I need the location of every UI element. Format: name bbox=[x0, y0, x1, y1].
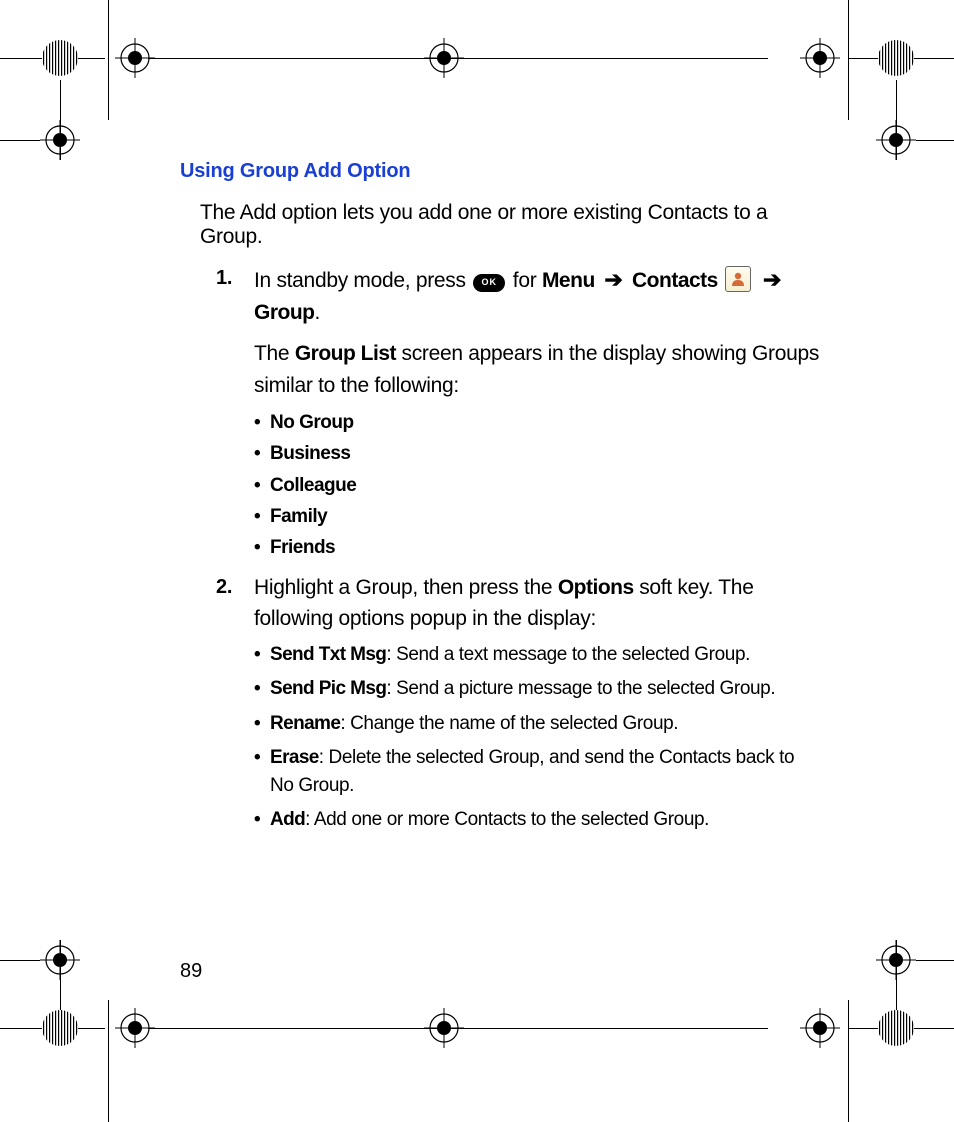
period: . bbox=[315, 301, 321, 324]
page-content: Using Group Add Option The Add option le… bbox=[180, 160, 820, 841]
arrow-icon: ➔ bbox=[763, 267, 781, 292]
reg-line bbox=[916, 960, 954, 961]
group-item: Family bbox=[254, 501, 820, 532]
reg-target-icon bbox=[800, 38, 840, 78]
section-heading: Using Group Add Option bbox=[180, 160, 820, 183]
reg-line bbox=[108, 1000, 109, 1122]
reg-line bbox=[848, 0, 849, 120]
option-item: Add: Add one or more Contacts to the sel… bbox=[254, 806, 820, 834]
group-item: Colleague bbox=[254, 470, 820, 501]
reg-target-icon bbox=[115, 38, 155, 78]
intro-paragraph: The Add option lets you add one or more … bbox=[200, 201, 820, 249]
reg-line bbox=[108, 0, 109, 120]
reg-line bbox=[916, 140, 954, 141]
group-item: Friends bbox=[254, 532, 820, 563]
steps-list: In standby mode, press OK for Menu ➔ Con… bbox=[216, 263, 820, 834]
option-desc: : Send a text message to the selected Gr… bbox=[386, 644, 750, 665]
option-desc: : Change the name of the selected Group. bbox=[340, 713, 678, 734]
option-name: Send Pic Msg bbox=[270, 678, 386, 699]
reg-line bbox=[896, 80, 897, 160]
menu-label: Menu bbox=[542, 269, 595, 292]
option-desc: : Send a picture message to the selected… bbox=[386, 678, 775, 699]
reg-line bbox=[848, 1000, 849, 1122]
step1-paragraph: The Group List screen appears in the dis… bbox=[254, 338, 820, 401]
options-list: Send Txt Msg: Send a text message to the… bbox=[254, 641, 820, 834]
contacts-label: Contacts bbox=[632, 269, 718, 292]
step1-text: In standby mode, press bbox=[254, 269, 471, 292]
options-label: Options bbox=[558, 576, 634, 599]
ok-button-icon: OK bbox=[473, 274, 505, 292]
step2-pre: Highlight a Group, then press the bbox=[254, 576, 558, 599]
reg-line bbox=[60, 80, 61, 160]
option-desc: : Add one or more Contacts to the select… bbox=[305, 809, 709, 830]
group-item: No Group bbox=[254, 407, 820, 438]
arrow-icon: ➔ bbox=[604, 267, 622, 292]
group-list: No Group Business Colleague Family Frien… bbox=[254, 407, 820, 564]
step1-for: for bbox=[513, 269, 542, 292]
option-name: Rename bbox=[270, 713, 340, 734]
reg-target-icon bbox=[424, 38, 464, 78]
reg-target-icon bbox=[800, 1008, 840, 1048]
step-1: In standby mode, press OK for Menu ➔ Con… bbox=[216, 263, 820, 564]
option-item: Erase: Delete the selected Group, and se… bbox=[254, 744, 820, 799]
page-number: 89 bbox=[180, 960, 202, 983]
step-2: Highlight a Group, then press the Option… bbox=[216, 572, 820, 834]
reg-line bbox=[0, 140, 40, 141]
reg-line bbox=[0, 960, 40, 961]
option-item: Rename: Change the name of the selected … bbox=[254, 710, 820, 738]
print-reg-bottom bbox=[0, 998, 954, 1058]
option-item: Send Txt Msg: Send a text message to the… bbox=[254, 641, 820, 669]
option-name: Send Txt Msg bbox=[270, 644, 386, 665]
group-label: Group bbox=[254, 301, 315, 324]
reg-target-icon bbox=[115, 1008, 155, 1048]
print-reg-top bbox=[0, 28, 954, 88]
group-item: Business bbox=[254, 438, 820, 469]
group-list-label: Group List bbox=[295, 342, 396, 365]
reg-corner-icon bbox=[40, 38, 80, 78]
text: The bbox=[254, 342, 295, 365]
reg-target-icon bbox=[424, 1008, 464, 1048]
option-name: Add bbox=[270, 809, 305, 830]
reg-corner-icon bbox=[876, 38, 916, 78]
option-item: Send Pic Msg: Send a picture message to … bbox=[254, 675, 820, 703]
option-desc: : Delete the selected Group, and send th… bbox=[270, 747, 794, 796]
reg-corner-icon bbox=[876, 1008, 916, 1048]
reg-corner-icon bbox=[40, 1008, 80, 1048]
contacts-icon bbox=[725, 266, 751, 292]
option-name: Erase bbox=[270, 747, 319, 768]
